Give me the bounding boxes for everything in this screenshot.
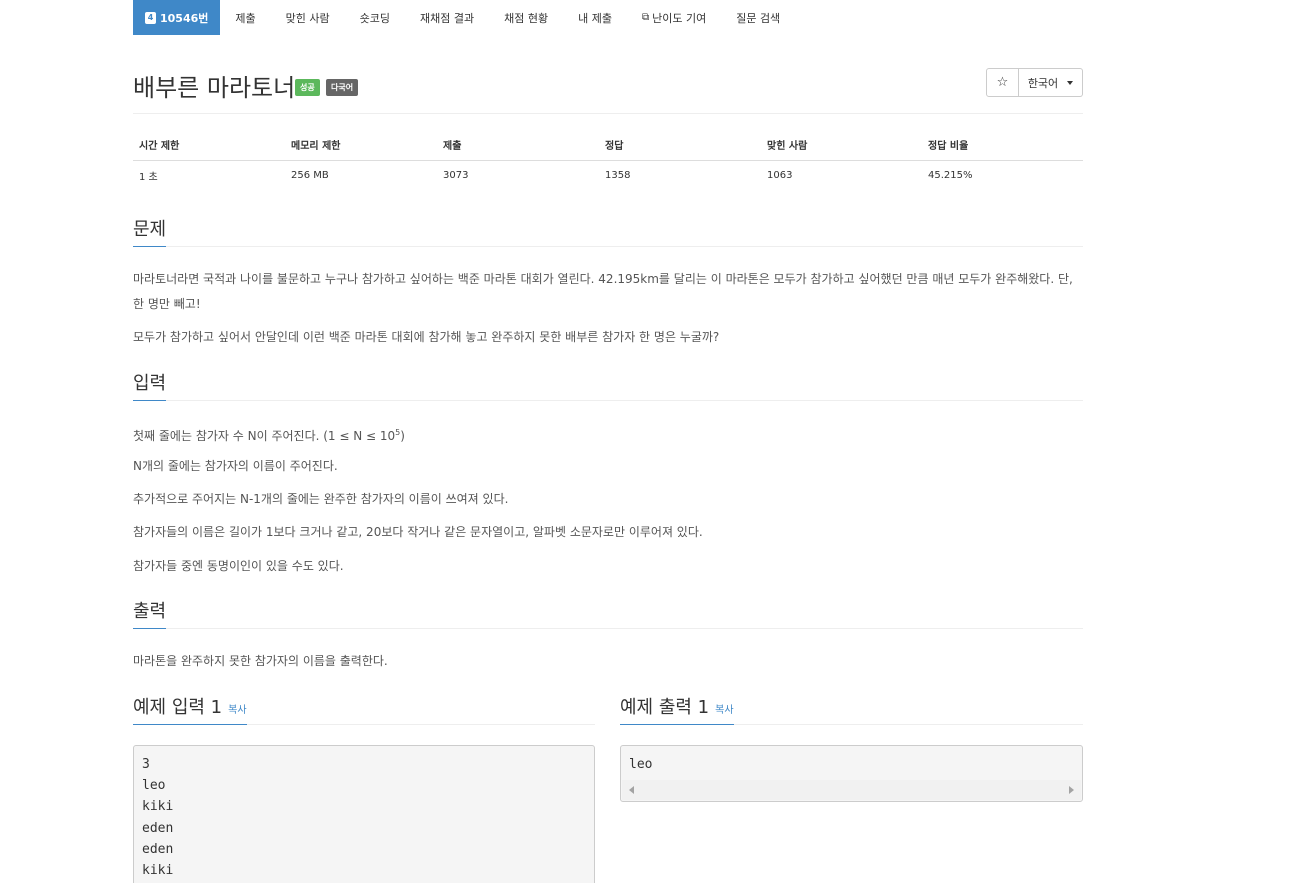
section-output-title: 출력 [133, 597, 167, 629]
title-actions: ☆ 한국어 [986, 68, 1083, 97]
language-dropdown[interactable]: 한국어 [1019, 68, 1083, 97]
section-sample-output: 예제 출력 1 복사 [620, 693, 1083, 725]
copy-sample-output-button[interactable]: 복사 [715, 705, 733, 716]
input-desc-1-end: ) [400, 429, 405, 443]
solved-users: 1063 [767, 169, 793, 181]
nav-my-submissions[interactable]: 내 제출 [563, 0, 627, 35]
section-problem: 문제 [133, 215, 1083, 247]
success-badge: 성공 [295, 79, 320, 96]
info-header: 정답 비율 [922, 129, 1083, 161]
sample-input-line: kiki [142, 799, 174, 815]
nav-short-coding[interactable]: 숏코딩 [345, 0, 405, 35]
problem-nav: 4 10546번 제출 맞힌 사람 숏코딩 재채점 결과 채점 현황 내 제출 … [133, 0, 795, 35]
scroll-left-icon[interactable] [629, 786, 634, 794]
section-sample-input-title: 예제 입력 1 복사 [133, 693, 247, 725]
sample-input-line: kiki [142, 863, 174, 879]
sample-output-line: leo [629, 757, 653, 772]
info-header: 맞힌 사람 [761, 129, 922, 161]
section-input: 입력 [133, 369, 1083, 401]
scroll-right-icon[interactable] [1069, 786, 1074, 794]
accept-ratio: 45.215% [928, 169, 973, 181]
sample-input-line: eden [142, 820, 174, 836]
nav-difficulty[interactable]: ⧉ 난이도 기여 [627, 0, 721, 35]
input-desc-1: 첫째 줄에는 참가자 수 N이 주어진다. (1 ≤ N ≤ 105) [133, 420, 1083, 449]
section-output: 출력 [133, 597, 1083, 629]
section-problem-title: 문제 [133, 215, 167, 247]
external-link-icon: ⧉ [641, 12, 650, 23]
info-header: 메모리 제한 [285, 129, 437, 161]
input-desc-5: 참가자들 중엔 동명이인이 있을 수도 있다. [133, 559, 344, 573]
sample-input-line: leo [142, 778, 166, 794]
info-header: 시간 제한 [133, 129, 285, 161]
accepted: 1358 [605, 169, 631, 181]
sample-input-box[interactable]: 3 leo kiki eden eden kiki [133, 745, 595, 883]
language-label: 한국어 [1027, 76, 1059, 90]
nav-solved-users[interactable]: 맞힌 사람 [271, 0, 345, 35]
input-desc-1-text: 첫째 줄에는 참가자 수 N이 주어진다. (1 ≤ N ≤ 10 [133, 429, 396, 443]
nav-status[interactable]: 채점 현황 [489, 0, 563, 35]
problem-description-1: 마라토너라면 국적과 나이를 불문하고 누구나 참가하고 싶어하는 백준 마라톤… [133, 272, 1073, 311]
nav-question-search[interactable]: 질문 검색 [721, 0, 795, 35]
sample-input-line: 3 [142, 757, 150, 772]
info-header: 제출 [437, 129, 599, 161]
input-desc-3: 추가적으로 주어지는 N-1개의 줄에는 완주한 참가자의 이름이 쓰여져 있다… [133, 492, 509, 506]
sample-output-box[interactable]: leo [620, 745, 1083, 802]
memory-limit: 256 MB [291, 169, 329, 181]
output-desc: 마라톤을 완주하지 못한 참가자의 이름을 출력한다. [133, 654, 388, 668]
nav-difficulty-label: 난이도 기여 [652, 11, 707, 25]
problem-info-table: 시간 제한 메모리 제한 제출 정답 맞힌 사람 정답 비율 1 초 256 M… [133, 129, 1083, 190]
nav-submit[interactable]: 제출 [220, 0, 270, 35]
sample-input-line: eden [142, 841, 174, 857]
nav-problem-id-label: 10546번 [160, 11, 209, 25]
tier-badge-icon: 4 [145, 11, 156, 24]
nav-rejudge[interactable]: 재채점 결과 [405, 0, 489, 35]
star-button[interactable]: ☆ [986, 68, 1019, 97]
submissions: 3073 [443, 169, 469, 181]
time-limit: 1 초 [139, 171, 158, 183]
section-sample-input: 예제 입력 1 복사 [133, 693, 595, 725]
info-header-row: 시간 제한 메모리 제한 제출 정답 맞힌 사람 정답 비율 [133, 129, 1083, 161]
section-input-title: 입력 [133, 369, 167, 401]
nav-problem-id[interactable]: 4 10546번 [133, 0, 221, 35]
caret-down-icon [1067, 80, 1074, 85]
section-sample-output-title: 예제 출력 1 복사 [620, 693, 734, 725]
multilang-badge: 다국어 [326, 79, 359, 96]
input-desc-2: N개의 줄에는 참가자의 이름이 주어진다. [133, 459, 338, 473]
sample-output-label: 예제 출력 1 [620, 697, 710, 718]
problem-description-2: 모두가 참가하고 싶어서 안달인데 이런 백준 마라톤 대회에 참가해 놓고 완… [133, 330, 720, 344]
title-row: 배부른 마라토너 성공 다국어 ☆ 한국어 [133, 66, 1083, 114]
input-desc-4: 참가자들의 이름은 길이가 1보다 크거나 같고, 20보다 작거나 같은 문자… [133, 525, 703, 539]
horizontal-scrollbar[interactable] [622, 780, 1081, 800]
copy-sample-input-button[interactable]: 복사 [228, 705, 246, 716]
info-value-row: 1 초 256 MB 3073 1358 1063 45.215% [133, 160, 1083, 190]
info-header: 정답 [599, 129, 761, 161]
problem-title: 배부른 마라토너 [133, 74, 296, 102]
star-icon: ☆ [996, 75, 1009, 90]
sample-input-label: 예제 입력 1 [133, 697, 223, 718]
